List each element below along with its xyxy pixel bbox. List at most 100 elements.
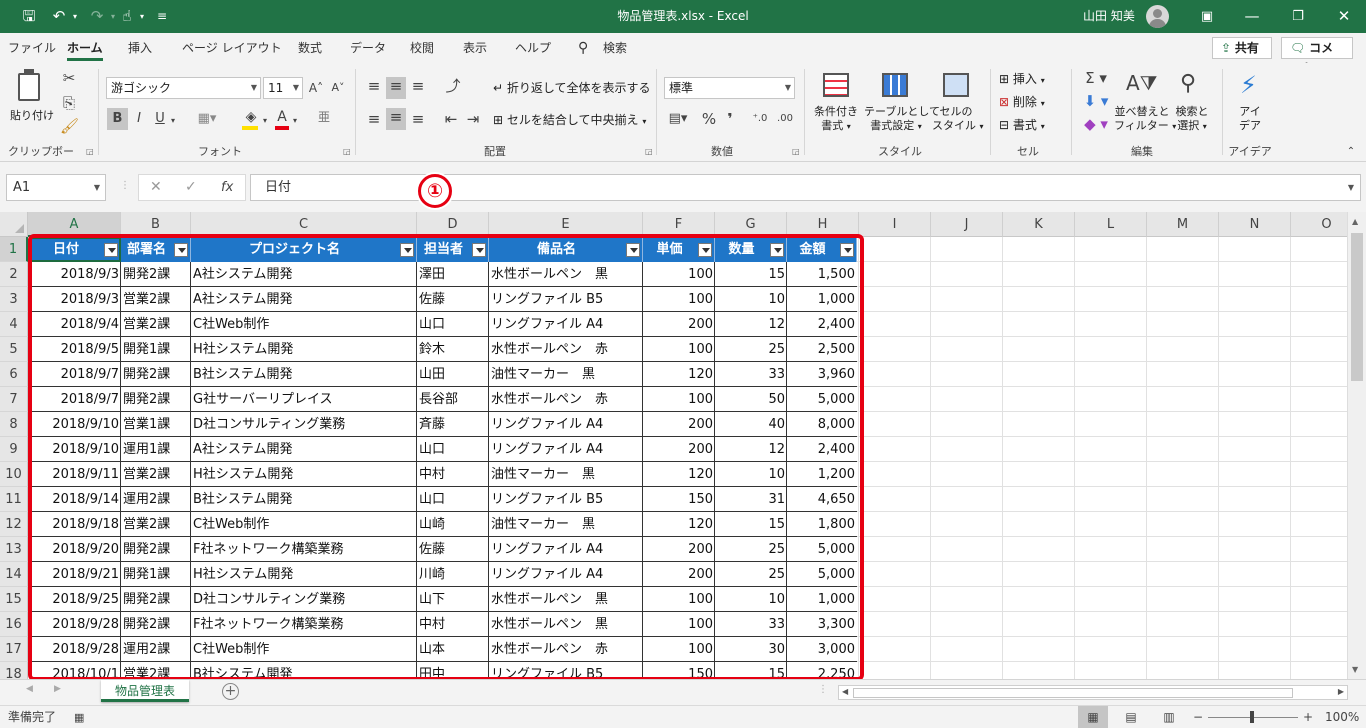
increase-decimal-icon[interactable]: ⁺.0	[749, 110, 771, 128]
filter-dropdown-icon[interactable]	[104, 243, 118, 257]
table-cell[interactable]: 2,400	[787, 437, 857, 462]
undo-dropdown-icon[interactable]: ▾	[70, 0, 80, 33]
table-cell[interactable]: 佐藤	[417, 287, 489, 312]
table-cell[interactable]: 2018/9/10	[30, 437, 121, 462]
table-cell[interactable]: 50	[715, 387, 787, 412]
table-cell[interactable]: 120	[643, 462, 715, 487]
decrease-indent-icon[interactable]: ⇤	[441, 110, 461, 128]
scroll-right-icon[interactable]: ▶	[1338, 687, 1344, 696]
table-cell[interactable]: 10	[715, 587, 787, 612]
comma-button[interactable]: ❜	[722, 110, 738, 128]
table-cell[interactable]: 12	[715, 312, 787, 337]
page-layout-view-icon[interactable]: ▤	[1120, 706, 1142, 728]
font-name-combo[interactable]: 游ゴシック ▼	[106, 77, 261, 99]
row-header[interactable]: 7	[0, 387, 28, 412]
font-launcher-icon[interactable]: ◲	[343, 147, 351, 156]
table-cell[interactable]: 開発2課	[121, 537, 191, 562]
fill-color-dropdown-icon[interactable]: ▾	[260, 112, 270, 130]
table-cell[interactable]: 2018/9/20	[30, 537, 121, 562]
tab-split-grip-icon[interactable]: ⋮	[818, 684, 828, 695]
table-cell[interactable]: 5,000	[787, 537, 857, 562]
table-cell[interactable]: 5,000	[787, 387, 857, 412]
table-cell[interactable]: H社システム開発	[191, 562, 417, 587]
phonetic-icon[interactable]: 亜	[316, 108, 332, 126]
tab-search[interactable]: 検索	[603, 33, 627, 63]
column-header[interactable]: B	[121, 212, 191, 237]
scroll-left-icon[interactable]: ◀	[842, 687, 848, 696]
filter-dropdown-icon[interactable]	[840, 243, 854, 257]
font-color-icon[interactable]: A	[275, 108, 289, 126]
table-cell[interactable]: 33	[715, 612, 787, 637]
scroll-up-icon[interactable]: ▲	[1352, 217, 1358, 226]
table-cell[interactable]: 3,000	[787, 637, 857, 662]
minimize-icon[interactable]: —	[1241, 0, 1263, 33]
number-launcher-icon[interactable]: ◲	[792, 147, 800, 156]
cancel-icon[interactable]: ✕	[150, 175, 162, 200]
table-cell[interactable]: 佐藤	[417, 537, 489, 562]
table-cell[interactable]: 山下	[417, 587, 489, 612]
table-cell[interactable]: 中村	[417, 462, 489, 487]
undo-icon[interactable]: ↶	[48, 0, 70, 33]
row-header[interactable]: 6	[0, 362, 28, 387]
table-cell[interactable]: 5,000	[787, 562, 857, 587]
table-cell[interactable]: 2018/9/25	[30, 587, 121, 612]
table-cell[interactable]: A社システム開発	[191, 437, 417, 462]
vertical-scroll-thumb[interactable]	[1351, 233, 1363, 381]
table-cell[interactable]: 運用2課	[121, 637, 191, 662]
touch-mode-icon[interactable]: ☝	[117, 0, 137, 33]
table-cell[interactable]: 開発1課	[121, 337, 191, 362]
table-cell[interactable]: 営業2課	[121, 662, 191, 679]
decrease-font-icon[interactable]: A˅	[330, 79, 346, 97]
increase-indent-icon[interactable]: ⇥	[463, 110, 483, 128]
table-cell[interactable]: 150	[643, 487, 715, 512]
table-cell[interactable]: 開発2課	[121, 612, 191, 637]
normal-view-icon[interactable]: ▦	[1078, 706, 1108, 728]
table-cell[interactable]: 斉藤	[417, 412, 489, 437]
column-header[interactable]: G	[715, 212, 787, 237]
table-cell[interactable]: 25	[715, 337, 787, 362]
sheet-tab-active[interactable]: 物品管理表	[101, 680, 189, 702]
table-cell[interactable]: リングファイル A4	[489, 412, 643, 437]
table-cell[interactable]: 山本	[417, 637, 489, 662]
zoom-in-icon[interactable]: +	[1303, 706, 1313, 728]
column-header[interactable]: M	[1147, 212, 1219, 237]
table-cell[interactable]: 山口	[417, 487, 489, 512]
table-cell[interactable]: C社Web制作	[191, 637, 417, 662]
vertical-scrollbar[interactable]: ▲ ▼	[1347, 212, 1366, 679]
horizontal-scrollbar[interactable]: ◀ ▶	[838, 685, 1348, 700]
table-cell[interactable]: 1,000	[787, 287, 857, 312]
table-cell[interactable]: 30	[715, 637, 787, 662]
column-header[interactable]: K	[1003, 212, 1075, 237]
row-header[interactable]: 13	[0, 537, 28, 562]
table-cell[interactable]: 100	[643, 337, 715, 362]
table-cell[interactable]: 100	[643, 587, 715, 612]
macro-record-icon[interactable]: ▦	[74, 706, 84, 728]
row-header[interactable]: 15	[0, 587, 28, 612]
table-cell[interactable]: リングファイル B5	[489, 487, 643, 512]
fill-icon[interactable]: ⬇ ▾	[1082, 92, 1110, 110]
table-cell[interactable]: 2018/9/4	[30, 312, 121, 337]
table-cell[interactable]: 2018/9/18	[30, 512, 121, 537]
row-header[interactable]: 3	[0, 287, 28, 312]
font-size-combo[interactable]: 11 ▼	[263, 77, 303, 99]
next-sheet-icon[interactable]: ▶	[54, 684, 61, 694]
copy-icon[interactable]: ⎘	[60, 94, 78, 112]
table-cell[interactable]: H社システム開発	[191, 337, 417, 362]
table-cell[interactable]: 2018/9/10	[30, 412, 121, 437]
decrease-decimal-icon[interactable]: .00	[774, 110, 796, 128]
paste-button[interactable]: 貼り付け	[10, 67, 54, 127]
fill-color-icon[interactable]: ◈	[240, 108, 262, 126]
table-cell[interactable]: 鈴木	[417, 337, 489, 362]
table-cell[interactable]: 2,250	[787, 662, 857, 679]
align-top-icon[interactable]: ≡	[364, 77, 384, 95]
percent-button[interactable]: %	[700, 110, 718, 128]
save-icon[interactable]: 🖫	[19, 0, 39, 33]
table-cell[interactable]: 山口	[417, 437, 489, 462]
bold-button[interactable]: B	[107, 108, 128, 130]
filter-dropdown-icon[interactable]	[174, 243, 188, 257]
sort-filter-button[interactable]: A⧩ 並べ替えと フィルター ▾	[1114, 71, 1176, 141]
column-header[interactable]: D	[417, 212, 489, 237]
table-cell[interactable]: 2018/9/11	[30, 462, 121, 487]
avatar[interactable]	[1146, 5, 1169, 28]
cell-styles-button[interactable]: セルの スタイル ▾	[932, 71, 984, 141]
